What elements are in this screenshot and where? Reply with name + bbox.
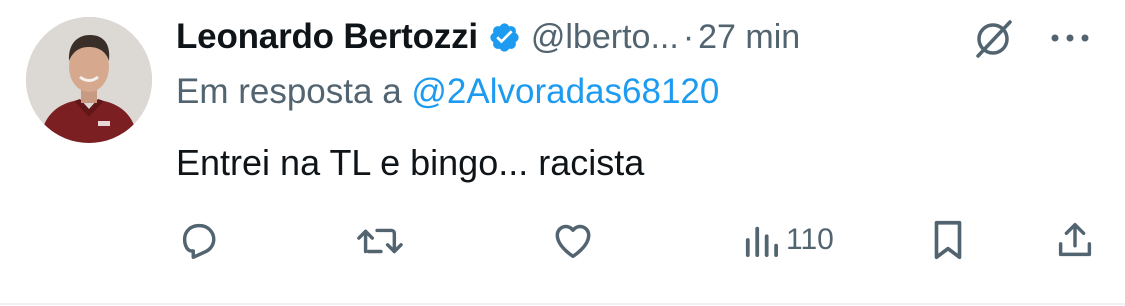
verified-badge-icon[interactable] xyxy=(488,21,521,54)
bookmark-button[interactable] xyxy=(928,212,968,268)
tweet-text: Entrei na TL e bingo... racista xyxy=(176,142,645,183)
reply-icon xyxy=(176,217,222,263)
more-icon[interactable] xyxy=(1046,23,1094,53)
tweet-header: Leonardo Bertozzi @lberto... · 27 min xyxy=(176,12,800,62)
reply-context: Em resposta a @2Alvoradas68120 xyxy=(176,72,719,112)
separator-dot: · xyxy=(682,17,695,56)
timestamp[interactable]: 27 min xyxy=(698,18,800,57)
reply-prefix: Em resposta a xyxy=(176,72,412,111)
retweet-button[interactable] xyxy=(354,212,404,268)
views-count: 110 xyxy=(786,223,834,256)
share-icon xyxy=(1052,217,1098,263)
author-handle[interactable]: @lberto... xyxy=(531,18,679,57)
reply-mention-link[interactable]: @2Alvoradas68120 xyxy=(411,72,719,111)
share-button[interactable] xyxy=(1052,212,1098,268)
reply-button[interactable] xyxy=(176,212,222,268)
views-icon xyxy=(744,217,778,263)
bookmark-icon xyxy=(928,217,968,263)
action-bar: 110 xyxy=(0,212,1125,268)
grok-icon[interactable] xyxy=(970,18,1016,60)
divider xyxy=(0,303,1125,305)
retweet-icon xyxy=(354,217,404,263)
views-button[interactable]: 110 xyxy=(744,212,834,268)
tweet[interactable]: Leonardo Bertozzi @lberto... · 27 min Em… xyxy=(0,0,1125,306)
avatar[interactable] xyxy=(26,17,152,143)
author-name[interactable]: Leonardo Bertozzi xyxy=(176,17,478,57)
like-icon xyxy=(550,217,596,263)
like-button[interactable] xyxy=(550,212,596,268)
